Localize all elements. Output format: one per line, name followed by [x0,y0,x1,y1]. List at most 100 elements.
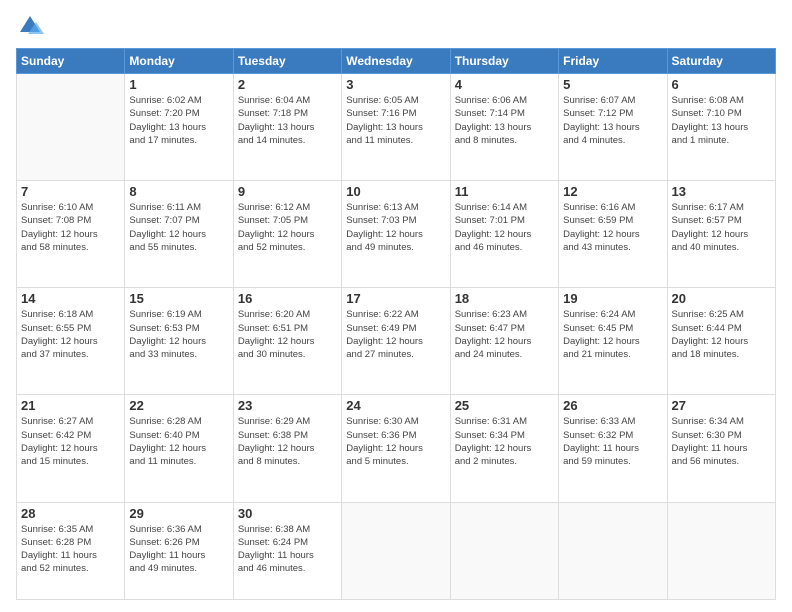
calendar-cell-3: 3Sunrise: 6:05 AMSunset: 7:16 PMDaylight… [342,74,450,181]
day-number: 26 [563,398,662,413]
weekday-header-saturday: Saturday [667,49,775,74]
day-number: 17 [346,291,445,306]
day-info: Sunrise: 6:35 AMSunset: 6:28 PMDaylight:… [21,523,120,576]
day-info: Sunrise: 6:34 AMSunset: 6:30 PMDaylight:… [672,415,771,468]
day-number: 24 [346,398,445,413]
calendar-cell-18: 18 Sunrise: 6:23 AMSunset: 6:47 PMDayligh… [450,288,558,395]
day-info: Sunrise: 6:13 AMSunset: 7:03 PMDaylight:… [346,201,445,254]
day-info: Sunrise: 6:10 AMSunset: 7:08 PMDaylight:… [21,201,120,254]
calendar-cell-26: 26 Sunrise: 6:33 AMSunset: 6:32 PMDayligh… [559,395,667,502]
calendar-week-2: 7 Sunrise: 6:10 AMSunset: 7:08 PMDaylight… [17,181,776,288]
calendar-cell-22: 22 Sunrise: 6:28 AMSunset: 6:40 PMDayligh… [125,395,233,502]
calendar-cell-21: 21 Sunrise: 6:27 AMSunset: 6:42 PMDayligh… [17,395,125,502]
logo [16,12,48,40]
calendar-cell-8: 8Sunrise: 6:11 AMSunset: 7:07 PMDaylight… [125,181,233,288]
calendar-cell-32 [450,502,558,599]
day-number: 1 [129,77,228,92]
day-number: 27 [672,398,771,413]
calendar-cell-13: 13 Sunrise: 6:17 AMSunset: 6:57 PMDayligh… [667,181,775,288]
weekday-header-tuesday: Tuesday [233,49,341,74]
day-info: Sunrise: 6:08 AMSunset: 7:10 PMDaylight:… [672,94,771,147]
day-info: Sunrise: 6:30 AMSunset: 6:36 PMDaylight:… [346,415,445,468]
calendar-cell-12: 12Sunrise: 6:16 AMSunset: 6:59 PMDayligh… [559,181,667,288]
day-info: Sunrise: 6:17 AMSunset: 6:57 PMDaylight:… [672,201,771,254]
calendar-cell-0 [17,74,125,181]
page: SundayMondayTuesdayWednesdayThursdayFrid… [0,0,792,612]
day-info: Sunrise: 6:06 AMSunset: 7:14 PMDaylight:… [455,94,554,147]
day-number: 4 [455,77,554,92]
day-number: 6 [672,77,771,92]
day-info: Sunrise: 6:20 AMSunset: 6:51 PMDaylight:… [238,308,337,361]
calendar-cell-15: 15 Sunrise: 6:19 AMSunset: 6:53 PMDayligh… [125,288,233,395]
day-number: 16 [238,291,337,306]
calendar-week-4: 21 Sunrise: 6:27 AMSunset: 6:42 PMDayligh… [17,395,776,502]
day-info: Sunrise: 6:27 AMSunset: 6:42 PMDaylight:… [21,415,120,468]
calendar-week-5: 28 Sunrise: 6:35 AMSunset: 6:28 PMDayligh… [17,502,776,599]
weekday-header-monday: Monday [125,49,233,74]
day-number: 15 [129,291,228,306]
calendar-cell-23: 23 Sunrise: 6:29 AMSunset: 6:38 PMDayligh… [233,395,341,502]
day-number: 11 [455,184,554,199]
weekday-header-friday: Friday [559,49,667,74]
calendar-cell-6: 6 Sunrise: 6:08 AMSunset: 7:10 PMDaylight… [667,74,775,181]
day-info: Sunrise: 6:19 AMSunset: 6:53 PMDaylight:… [129,308,228,361]
day-info: Sunrise: 6:28 AMSunset: 6:40 PMDaylight:… [129,415,228,468]
day-number: 25 [455,398,554,413]
calendar-cell-30: 30Sunrise: 6:38 AMSunset: 6:24 PMDayligh… [233,502,341,599]
day-info: Sunrise: 6:07 AMSunset: 7:12 PMDaylight:… [563,94,662,147]
day-number: 13 [672,184,771,199]
calendar-cell-17: 17 Sunrise: 6:22 AMSunset: 6:49 PMDayligh… [342,288,450,395]
calendar-cell-14: 14Sunrise: 6:18 AMSunset: 6:55 PMDayligh… [17,288,125,395]
day-number: 18 [455,291,554,306]
calendar-cell-4: 4 Sunrise: 6:06 AMSunset: 7:14 PMDaylight… [450,74,558,181]
day-info: Sunrise: 6:16 AMSunset: 6:59 PMDaylight:… [563,201,662,254]
day-info: Sunrise: 6:36 AMSunset: 6:26 PMDaylight:… [129,523,228,576]
calendar-cell-1: 1 Sunrise: 6:02 AMSunset: 7:20 PMDaylight… [125,74,233,181]
calendar-cell-29: 29 Sunrise: 6:36 AMSunset: 6:26 PMDayligh… [125,502,233,599]
weekday-header-sunday: Sunday [17,49,125,74]
day-number: 29 [129,506,228,521]
day-info: Sunrise: 6:25 AMSunset: 6:44 PMDaylight:… [672,308,771,361]
day-info: Sunrise: 6:33 AMSunset: 6:32 PMDaylight:… [563,415,662,468]
calendar-cell-10: 10 Sunrise: 6:13 AMSunset: 7:03 PMDayligh… [342,181,450,288]
calendar-cell-34 [667,502,775,599]
calendar-cell-27: 27 Sunrise: 6:34 AMSunset: 6:30 PMDayligh… [667,395,775,502]
day-number: 3 [346,77,445,92]
weekday-header-thursday: Thursday [450,49,558,74]
calendar-cell-2: 2 Sunrise: 6:04 AMSunset: 7:18 PMDaylight… [233,74,341,181]
day-info: Sunrise: 6:31 AMSunset: 6:34 PMDaylight:… [455,415,554,468]
day-info: Sunrise: 6:24 AMSunset: 6:45 PMDaylight:… [563,308,662,361]
day-number: 5 [563,77,662,92]
day-number: 30 [238,506,337,521]
day-info: Sunrise: 6:22 AMSunset: 6:49 PMDaylight:… [346,308,445,361]
day-number: 28 [21,506,120,521]
day-info: Sunrise: 6:23 AMSunset: 6:47 PMDaylight:… [455,308,554,361]
day-info: Sunrise: 6:29 AMSunset: 6:38 PMDaylight:… [238,415,337,468]
day-number: 23 [238,398,337,413]
day-number: 7 [21,184,120,199]
calendar-cell-20: 20Sunrise: 6:25 AMSunset: 6:44 PMDayligh… [667,288,775,395]
calendar-cell-24: 24 Sunrise: 6:30 AMSunset: 6:36 PMDayligh… [342,395,450,502]
calendar-cell-16: 16 Sunrise: 6:20 AMSunset: 6:51 PMDayligh… [233,288,341,395]
day-number: 10 [346,184,445,199]
day-number: 2 [238,77,337,92]
day-number: 21 [21,398,120,413]
calendar-cell-28: 28 Sunrise: 6:35 AMSunset: 6:28 PMDayligh… [17,502,125,599]
day-number: 19 [563,291,662,306]
day-info: Sunrise: 6:11 AMSunset: 7:07 PMDaylight:… [129,201,228,254]
day-info: Sunrise: 6:14 AMSunset: 7:01 PMDaylight:… [455,201,554,254]
day-info: Sunrise: 6:02 AMSunset: 7:20 PMDaylight:… [129,94,228,147]
calendar-week-1: 1 Sunrise: 6:02 AMSunset: 7:20 PMDaylight… [17,74,776,181]
weekday-header-row: SundayMondayTuesdayWednesdayThursdayFrid… [17,49,776,74]
calendar-cell-25: 25 Sunrise: 6:31 AMSunset: 6:34 PMDayligh… [450,395,558,502]
calendar-cell-7: 7 Sunrise: 6:10 AMSunset: 7:08 PMDaylight… [17,181,125,288]
header [16,12,776,40]
day-info: Sunrise: 6:04 AMSunset: 7:18 PMDaylight:… [238,94,337,147]
calendar-cell-31 [342,502,450,599]
day-number: 22 [129,398,228,413]
calendar-cell-11: 11 Sunrise: 6:14 AMSunset: 7:01 PMDayligh… [450,181,558,288]
calendar-cell-9: 9 Sunrise: 6:12 AMSunset: 7:05 PMDaylight… [233,181,341,288]
day-number: 9 [238,184,337,199]
day-info: Sunrise: 6:12 AMSunset: 7:05 PMDaylight:… [238,201,337,254]
calendar-week-3: 14Sunrise: 6:18 AMSunset: 6:55 PMDayligh… [17,288,776,395]
